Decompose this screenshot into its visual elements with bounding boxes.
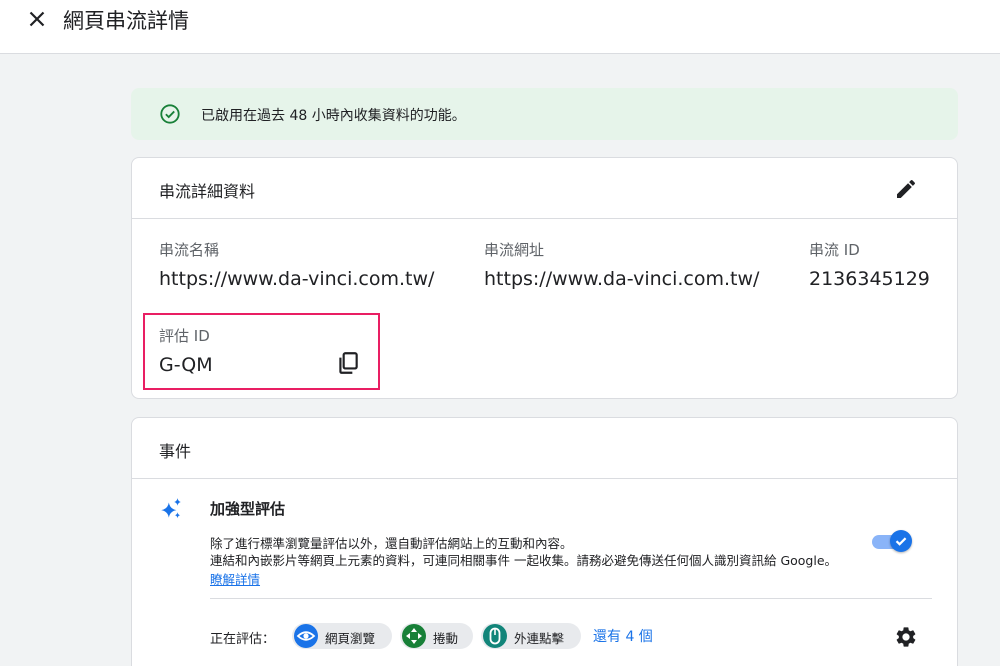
checkmark-icon <box>895 537 907 546</box>
measuring-label: 正在評估： <box>210 632 276 647</box>
close-icon[interactable] <box>24 6 50 32</box>
edit-pencil-icon[interactable] <box>894 177 918 201</box>
enhanced-measurement-title: 加強型評估 <box>210 500 286 518</box>
stream-url-label: 串流網址 <box>484 241 545 259</box>
stream-details-card: 串流詳細資料 串流名稱 https://www.da-vinci.com.tw/… <box>131 157 958 399</box>
status-banner: 已啟用在過去 48 小時內收集資料的功能。 <box>131 88 958 140</box>
page-title: 網頁串流詳情 <box>63 9 189 33</box>
stream-name-value: https://www.da-vinci.com.tw/ <box>159 268 435 290</box>
check-circle-icon <box>160 104 180 124</box>
chip-label: 網頁瀏覽 <box>325 631 376 646</box>
enhanced-measurement-toggle[interactable] <box>872 530 912 554</box>
description-line-1: 除了進行標準瀏覽量評估以外，還自動評估網站上的互動和內容。 <box>210 536 573 551</box>
chip-label: 捲動 <box>433 631 459 646</box>
enhanced-measurement-description: 除了進行標準瀏覽量評估以外，還自動評估網站上的互動和內容。 連結和內嵌影片等網頁… <box>210 535 837 569</box>
events-title: 事件 <box>159 442 192 461</box>
mouse-icon <box>483 624 507 648</box>
learn-more-link[interactable]: 瞭解詳情 <box>210 569 260 588</box>
copy-icon[interactable] <box>335 350 361 376</box>
chip-label: 外連點擊 <box>514 631 565 646</box>
toggle-knob <box>890 530 912 552</box>
stream-name-label: 串流名稱 <box>159 241 220 259</box>
stream-details-title: 串流詳細資料 <box>159 182 256 201</box>
measurement-id-value: G-QM <box>159 354 213 376</box>
scroll-arrows-icon <box>402 624 426 648</box>
card-header: 事件 <box>132 418 957 479</box>
description-line-2: 連結和內嵌影片等網頁上元素的資料，可連同相關事件 一起收集。請務必避免傳送任何個… <box>210 553 838 568</box>
eye-icon <box>294 624 318 648</box>
stream-id-value: 2136345129 <box>809 268 930 290</box>
sparkle-icon <box>161 498 181 519</box>
top-bar: 網頁串流詳情 <box>0 0 1000 54</box>
chip-page-views[interactable]: 網頁瀏覽 <box>292 623 392 649</box>
more-events-link[interactable]: 還有 4 個 <box>593 626 653 646</box>
measurement-id-label: 評估 ID <box>159 327 210 345</box>
card-header: 串流詳細資料 <box>132 158 957 219</box>
divider <box>210 598 932 599</box>
chip-scrolls[interactable]: 捲動 <box>400 623 473 649</box>
stream-id-label: 串流 ID <box>809 241 860 259</box>
banner-text: 已啟用在過去 48 小時內收集資料的功能。 <box>201 108 466 124</box>
stream-url-value: https://www.da-vinci.com.tw/ <box>484 268 760 290</box>
gear-icon[interactable] <box>894 625 918 649</box>
events-card: 事件 加強型評估 除了進行標準瀏覽量評估以外，還自動評估網站上的互動和內容。 連… <box>131 417 958 666</box>
chip-outbound-clicks[interactable]: 外連點擊 <box>481 623 581 649</box>
